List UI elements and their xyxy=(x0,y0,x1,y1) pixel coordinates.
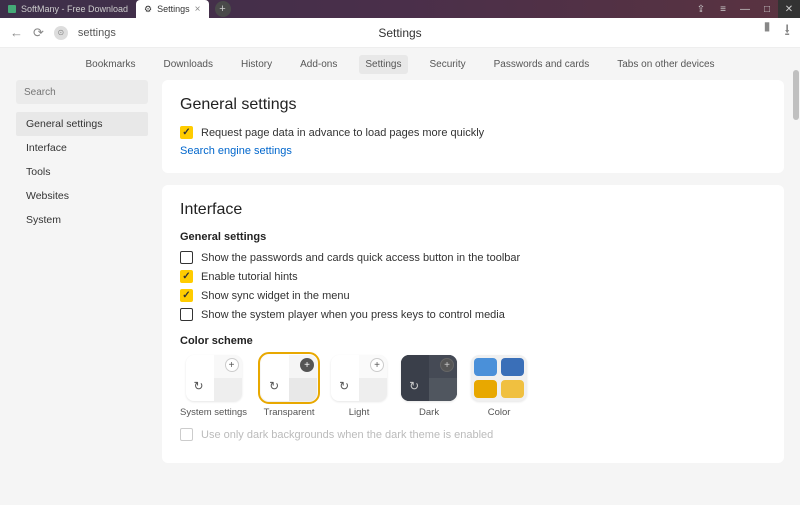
color-scheme-options: + ↻ System settings + ↻ Transparent xyxy=(180,355,766,418)
scrollbar-thumb[interactable] xyxy=(793,70,799,120)
tab-softmany[interactable]: SoftMany - Free Download xyxy=(0,0,136,18)
refresh-icon: ↻ xyxy=(339,379,349,393)
plus-icon: + xyxy=(440,358,454,372)
tabs-row: SoftMany - Free Download ⚙ Settings × + xyxy=(0,0,231,18)
tab-title: SoftMany - Free Download xyxy=(21,4,128,14)
refresh-icon: ↻ xyxy=(269,379,279,393)
scheme-color[interactable]: Color xyxy=(471,355,527,418)
close-tab-icon[interactable]: × xyxy=(195,4,201,15)
scheme-transparent[interactable]: + ↻ Transparent xyxy=(261,355,317,418)
card-title: General settings xyxy=(180,96,766,114)
scheme-label: System settings xyxy=(180,407,247,418)
search-input[interactable] xyxy=(16,80,148,104)
search-engine-settings-link[interactable]: Search engine settings xyxy=(180,145,766,157)
sync-widget-option[interactable]: Show sync widget in the menu xyxy=(180,289,766,302)
checkbox-icon[interactable] xyxy=(180,308,193,321)
address-bar: ← ⟳ ⊙ settings Settings ▮ ⭳ xyxy=(0,18,800,48)
option-label: Enable tutorial hints xyxy=(201,271,298,283)
refresh-icon: ↻ xyxy=(194,379,204,393)
topnav-other-tabs[interactable]: Tabs on other devices xyxy=(611,55,720,74)
plus-icon: + xyxy=(300,358,314,372)
sidebar-item-general[interactable]: General settings xyxy=(16,112,148,136)
scheme-light[interactable]: + ↻ Light xyxy=(331,355,387,418)
tab-favicon xyxy=(8,5,16,13)
show-passwords-button-option[interactable]: Show the passwords and cards quick acces… xyxy=(180,251,766,264)
settings-top-nav: Bookmarks Downloads History Add-ons Sett… xyxy=(0,48,800,80)
scheme-label: Dark xyxy=(419,407,439,418)
close-window-button[interactable]: ✕ xyxy=(778,0,800,18)
sidebar-item-websites[interactable]: Websites xyxy=(16,184,148,208)
share-button[interactable]: ⇪ xyxy=(690,0,712,18)
request-page-data-option[interactable]: Request page data in advance to load pag… xyxy=(180,126,766,139)
checkbox-icon[interactable] xyxy=(180,289,193,302)
color-scheme-title: Color scheme xyxy=(180,335,766,347)
sidebar-item-interface[interactable]: Interface xyxy=(16,136,148,160)
minimize-button[interactable]: — xyxy=(734,0,756,18)
sidebar-item-system[interactable]: System xyxy=(16,208,148,232)
tutorial-hints-option[interactable]: Enable tutorial hints xyxy=(180,270,766,283)
scheme-label: Transparent xyxy=(264,407,315,418)
tab-settings[interactable]: ⚙ Settings × xyxy=(136,0,208,18)
download-icon[interactable]: ⭳ xyxy=(784,19,790,46)
topnav-settings[interactable]: Settings xyxy=(359,55,407,74)
settings-sidebar: General settings Interface Tools Website… xyxy=(16,80,148,463)
card-title: Interface xyxy=(180,201,766,219)
option-label: Show sync widget in the menu xyxy=(201,290,350,302)
subsection-title: General settings xyxy=(180,231,766,243)
option-label: Use only dark backgrounds when the dark … xyxy=(201,429,493,441)
dark-backgrounds-option: Use only dark backgrounds when the dark … xyxy=(180,428,766,441)
sidebar-item-tools[interactable]: Tools xyxy=(16,160,148,184)
scheme-system[interactable]: + ↻ System settings xyxy=(180,355,247,418)
checkbox-icon[interactable] xyxy=(180,251,193,264)
topnav-bookmarks[interactable]: Bookmarks xyxy=(79,55,141,74)
tab-title: Settings xyxy=(157,4,190,14)
plus-icon: + xyxy=(370,358,384,372)
scheme-label: Light xyxy=(349,407,370,418)
site-icon: ⊙ xyxy=(54,26,68,40)
back-button[interactable]: ← xyxy=(10,25,23,40)
topnav-history[interactable]: History xyxy=(235,55,278,74)
checkbox-icon[interactable] xyxy=(180,270,193,283)
menu-button[interactable]: ≡ xyxy=(712,0,734,18)
scheme-dark[interactable]: + ↻ Dark xyxy=(401,355,457,418)
reload-button[interactable]: ⟳ xyxy=(33,25,44,41)
checkbox-icon[interactable] xyxy=(180,126,193,139)
settings-content: General settings Request page data in ad… xyxy=(162,80,784,463)
maximize-button[interactable]: □ xyxy=(756,0,778,18)
system-player-option[interactable]: Show the system player when you press ke… xyxy=(180,308,766,321)
topnav-passwords[interactable]: Passwords and cards xyxy=(488,55,596,74)
option-label: Request page data in advance to load pag… xyxy=(201,127,484,139)
window-controls: ⇪ ≡ — □ ✕ xyxy=(690,0,800,18)
topnav-addons[interactable]: Add-ons xyxy=(294,55,343,74)
new-tab-button[interactable]: + xyxy=(215,1,231,17)
gear-icon: ⚙ xyxy=(144,4,152,15)
plus-icon: + xyxy=(225,358,239,372)
option-label: Show the system player when you press ke… xyxy=(201,309,505,321)
checkbox-icon xyxy=(180,428,193,441)
url-text[interactable]: settings xyxy=(78,27,116,39)
interface-card: Interface General settings Show the pass… xyxy=(162,185,784,463)
bookmark-icon[interactable]: ▮ xyxy=(764,19,771,46)
topnav-downloads[interactable]: Downloads xyxy=(158,55,219,74)
scheme-label: Color xyxy=(488,407,511,418)
page-title: Settings xyxy=(378,26,421,40)
titlebar: SoftMany - Free Download ⚙ Settings × + … xyxy=(0,0,800,18)
refresh-icon: ↻ xyxy=(409,379,419,393)
general-settings-card: General settings Request page data in ad… xyxy=(162,80,784,173)
main-content: General settings Interface Tools Website… xyxy=(0,80,800,463)
option-label: Show the passwords and cards quick acces… xyxy=(201,252,520,264)
topnav-security[interactable]: Security xyxy=(424,55,472,74)
